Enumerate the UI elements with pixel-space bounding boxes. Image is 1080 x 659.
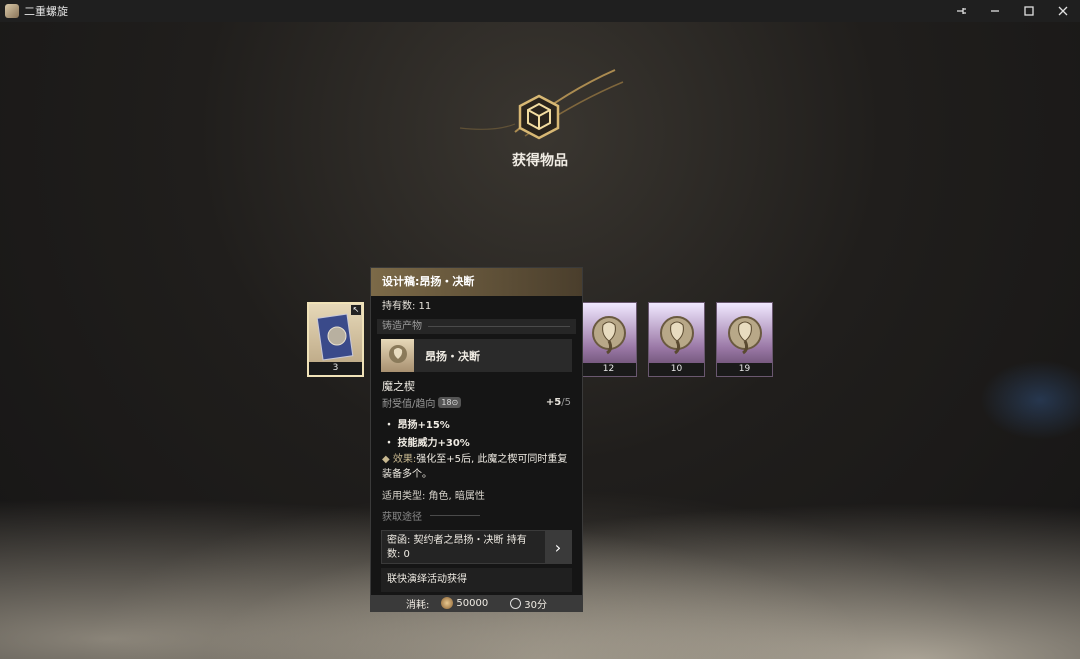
divider: [428, 326, 570, 327]
demon-wedge-icon: [592, 316, 626, 355]
pin-icon: [957, 8, 966, 14]
item-count: 12: [581, 363, 636, 376]
close-button[interactable]: [1046, 0, 1080, 22]
cost-label: 消耗:: [406, 599, 430, 611]
cost-bar: 消耗: 50000 30分: [371, 595, 582, 611]
item-card[interactable]: 19: [716, 302, 773, 377]
pin-button[interactable]: [944, 0, 978, 22]
maximize-button[interactable]: [1012, 0, 1046, 22]
forge-product-name: 昂扬・决断: [425, 349, 480, 363]
chevron-right-icon[interactable]: ›: [545, 531, 571, 563]
stat-bullet: ・ 技能威力+30%: [384, 438, 470, 449]
cost-time: 30分: [524, 599, 547, 611]
item-box-logo-icon: [518, 94, 560, 140]
item-card[interactable]: 12: [580, 302, 637, 377]
window-title: 二重螺旋: [24, 5, 68, 18]
forge-section-label: 铸造产物: [382, 321, 422, 332]
clock-icon: [510, 597, 522, 609]
effect-text: ◆ 效果:强化至+5后, 此魔之楔可同时重复装备多个。: [382, 454, 568, 480]
obtain-section-header: 获取途径: [371, 508, 582, 523]
minimize-icon: [991, 10, 999, 12]
design-blueprint-icon: [317, 313, 354, 361]
panel-title: 设计稿:昂扬・决断: [371, 268, 582, 296]
maximize-icon: [1024, 6, 1034, 16]
enhance-level: +5/5: [545, 397, 571, 408]
app-icon: [5, 4, 19, 18]
cost-coins: 50000: [456, 597, 489, 609]
forge-section-header: 铸造产物: [377, 319, 576, 334]
event-source-text: 联快演绎活动获得: [381, 568, 572, 592]
applicable-types: 适用类型: 角色, 暗属性: [382, 491, 485, 502]
obtain-section-label: 获取途径: [382, 512, 422, 523]
window-controls: [944, 0, 1080, 22]
obtain-source-text: 密函: 契约者之昂扬・决断 持有数: 0: [387, 535, 527, 560]
endurance-badge: 18⊙: [438, 397, 462, 408]
demon-wedge-icon: [660, 316, 694, 355]
item-count: 10: [649, 363, 704, 376]
minimize-button[interactable]: [978, 0, 1012, 22]
obtain-source-item[interactable]: 密函: 契约者之昂扬・决断 持有数: 0 ›: [381, 530, 572, 564]
item-card[interactable]: 10: [648, 302, 705, 377]
item-count: 19: [717, 363, 772, 376]
item-type-name: 魔之楔: [382, 380, 415, 393]
page-title: 获得物品: [512, 153, 568, 169]
endurance-row: 耐受值/趋向 18⊙ +5/5: [371, 395, 582, 410]
divider: [430, 515, 480, 516]
owned-count: 持有数: 11: [382, 301, 432, 312]
expand-corner-icon: ↖: [351, 305, 361, 315]
close-icon: [1058, 6, 1068, 16]
coin-icon: [441, 597, 454, 609]
forge-product-item[interactable]: 昂扬・决断: [381, 339, 572, 372]
background-glow: [980, 360, 1080, 440]
stat-bullet: ・ 昂扬+15%: [384, 420, 450, 431]
endurance-label: 耐受值/趋向: [382, 399, 436, 410]
demon-wedge-icon: [728, 316, 762, 355]
item-count: 3: [309, 362, 362, 375]
item-card-selected[interactable]: ↖ 3: [307, 302, 364, 377]
title-bar: 二重螺旋: [0, 0, 1080, 22]
item-detail-panel: 设计稿:昂扬・决断 持有数: 11 铸造产物 昂扬・决断 魔之楔 耐受值/趋向 …: [370, 267, 583, 612]
demon-wedge-icon: [381, 339, 414, 372]
